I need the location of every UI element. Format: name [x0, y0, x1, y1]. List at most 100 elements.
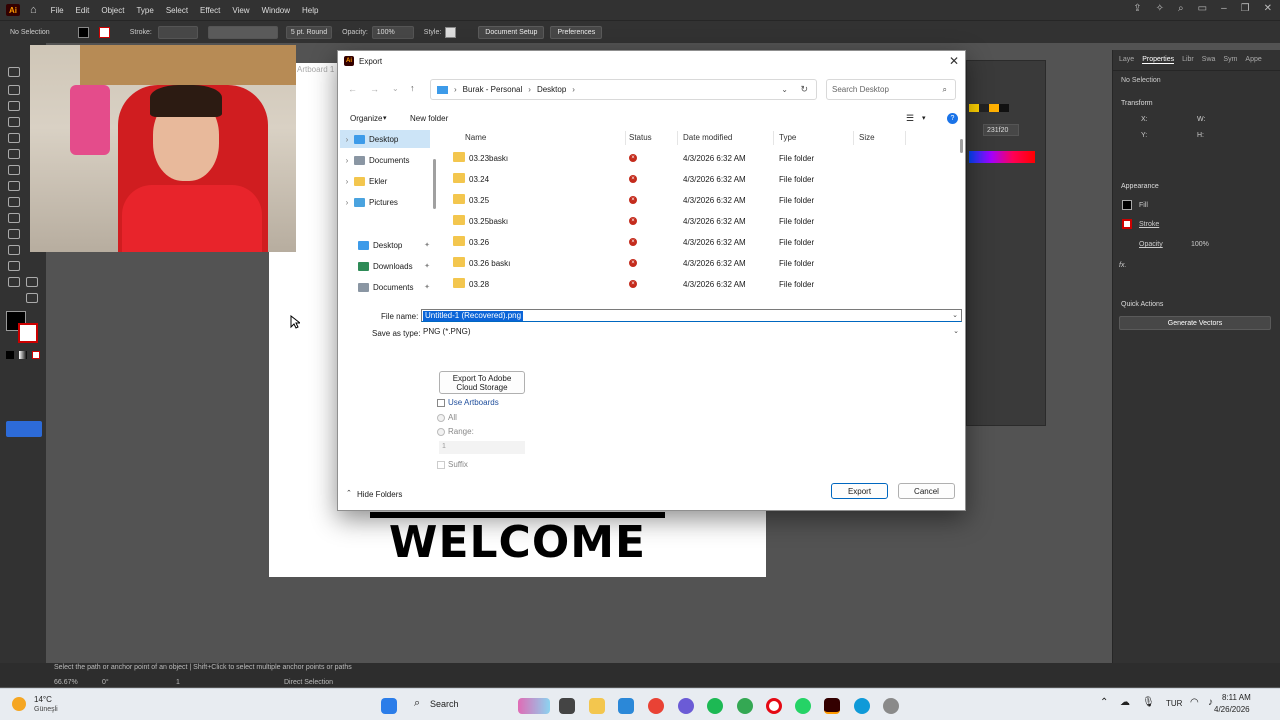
range-input[interactable]: 1: [439, 441, 525, 454]
paintbrush-tool-icon[interactable]: [8, 165, 20, 175]
quick-access-desktop[interactable]: Desktop ✦: [358, 236, 430, 254]
expand-chevron-icon[interactable]: ›: [340, 156, 354, 165]
start-icon[interactable]: [381, 698, 397, 714]
file-row[interactable]: 03.26 baskı × 4/3/2026 6:32 AM File fold…: [441, 253, 951, 273]
pin-icon[interactable]: ✦: [424, 283, 430, 291]
column-date[interactable]: Date modified: [683, 133, 732, 142]
all-radio[interactable]: [437, 414, 445, 422]
shaper-tool-icon[interactable]: [8, 181, 20, 191]
illustrator-taskbar-icon[interactable]: [824, 698, 840, 714]
range-radio[interactable]: [437, 428, 445, 436]
search-highlight-icon[interactable]: [518, 698, 550, 714]
stroke-swatch[interactable]: [98, 26, 110, 38]
eyedropper-tool-icon[interactable]: [8, 277, 20, 287]
volume-icon[interactable]: ♪: [1208, 697, 1213, 708]
hide-folders-chevron-icon[interactable]: ⌃: [346, 489, 352, 497]
refresh-icon[interactable]: ↻: [800, 84, 808, 95]
gradient-mode-icon[interactable]: [19, 351, 27, 359]
bulb-icon[interactable]: ✧: [1156, 3, 1164, 14]
type-tool-icon[interactable]: [8, 117, 20, 127]
task-view-icon[interactable]: [559, 698, 575, 714]
back-icon[interactable]: ←: [348, 84, 357, 94]
tray-chevron-icon[interactable]: ⌃: [1100, 697, 1108, 708]
swatch-strip[interactable]: [969, 104, 1009, 112]
file-row[interactable]: 03.28 × 4/3/2026 6:32 AM File folder: [441, 274, 951, 294]
save-type-dropdown-icon[interactable]: ⌄: [953, 327, 959, 335]
address-dropdown-icon[interactable]: ⌄: [781, 85, 788, 94]
store-icon[interactable]: [618, 698, 634, 714]
menu-object[interactable]: Object: [101, 6, 124, 15]
nav-item-desktop[interactable]: › Desktop: [340, 130, 430, 148]
scale-tool-icon[interactable]: [8, 229, 20, 239]
nav-item-ekler[interactable]: › Ekler: [340, 172, 440, 190]
close-icon[interactable]: ✕: [1264, 3, 1272, 14]
column-status[interactable]: Status: [629, 133, 652, 142]
expand-chevron-icon[interactable]: ›: [340, 135, 354, 144]
welcome-text[interactable]: WELCOME: [370, 512, 665, 572]
fill-icon[interactable]: [1122, 200, 1132, 210]
file-row[interactable]: 03.24 × 4/3/2026 6:32 AM File folder: [441, 169, 951, 189]
column-type[interactable]: Type: [779, 133, 796, 142]
nav-scrollbar[interactable]: [433, 159, 436, 209]
menu-view[interactable]: View: [232, 6, 249, 15]
view-chevron-icon[interactable]: ▾: [922, 114, 926, 122]
pen-tool-icon[interactable]: [8, 85, 20, 95]
settings-icon[interactable]: [883, 698, 899, 714]
opacity-field[interactable]: 100%: [371, 25, 414, 39]
save-type-select[interactable]: PNG (*.PNG) ⌄: [421, 326, 962, 339]
stroke-icon[interactable]: [1122, 219, 1132, 229]
file-row[interactable]: 03.23baskı × 4/3/2026 6:32 AM File folde…: [441, 148, 951, 168]
stroke-label[interactable]: Stroke: [1139, 221, 1159, 228]
weather-desc[interactable]: Güneşli: [34, 706, 58, 713]
file-name-value[interactable]: Untitled-1 (Recovered).png: [423, 311, 524, 321]
document-setup-button[interactable]: Document Setup: [478, 25, 545, 39]
use-artboards-checkbox[interactable]: [437, 399, 445, 407]
chrome-icon[interactable]: [648, 698, 664, 714]
stroke-color-box[interactable]: [18, 323, 38, 343]
menu-help[interactable]: Help: [302, 6, 318, 15]
selection-tool-icon[interactable]: [8, 67, 20, 77]
zoom-level[interactable]: 66.67%: [54, 679, 78, 686]
opacity-value[interactable]: 100%: [1191, 241, 1209, 248]
tab-properties[interactable]: Properties: [1142, 56, 1175, 64]
home-icon[interactable]: ⌂: [30, 4, 37, 16]
variable-width-profile[interactable]: [207, 25, 278, 39]
export-cloud-button[interactable]: Export To Adobe Cloud Storage: [439, 371, 525, 394]
minimize-icon[interactable]: –: [1221, 3, 1227, 14]
quick-access-downloads[interactable]: Downloads ✦: [358, 257, 430, 275]
language-indicator[interactable]: TUR: [1166, 699, 1182, 708]
none-mode-icon[interactable]: [32, 351, 40, 359]
organize-button[interactable]: Organize: [350, 114, 382, 123]
fill-label[interactable]: Fill: [1139, 202, 1148, 209]
search-icon[interactable]: ⌕: [1178, 3, 1184, 14]
color-mode-icon[interactable]: [6, 351, 14, 359]
up-icon[interactable]: ↑: [410, 83, 415, 93]
clock-date[interactable]: 4/26/2026: [1214, 705, 1250, 714]
column-name[interactable]: Name: [465, 133, 486, 142]
menu-file[interactable]: File: [51, 6, 64, 15]
file-explorer-icon[interactable]: [589, 698, 605, 714]
line-tool-icon[interactable]: [8, 133, 20, 143]
expand-chevron-icon[interactable]: ›: [340, 177, 354, 186]
breadcrumb-desktop[interactable]: Desktop: [537, 85, 566, 94]
pin-icon[interactable]: ✦: [424, 241, 430, 249]
wifi-icon[interactable]: ◠: [1190, 697, 1199, 708]
file-name-input[interactable]: Untitled-1 (Recovered).png ⌄: [421, 309, 962, 322]
generative-tool-icon[interactable]: [6, 421, 42, 437]
menu-select[interactable]: Select: [166, 6, 188, 15]
nav-item-documents[interactable]: › Documents: [340, 151, 440, 169]
opera-icon[interactable]: [766, 698, 782, 714]
column-size[interactable]: Size: [859, 133, 875, 142]
spotify-icon[interactable]: [707, 698, 723, 714]
quick-access-documents[interactable]: Documents ✦: [358, 278, 430, 296]
generate-vectors-button[interactable]: Generate Vectors: [1119, 316, 1271, 330]
fx-icon[interactable]: fx.: [1119, 262, 1126, 269]
new-folder-button[interactable]: New folder: [410, 114, 448, 123]
whatsapp-icon[interactable]: [795, 698, 811, 714]
recent-chevron-icon[interactable]: ⌄: [392, 84, 399, 93]
graph-tool-icon[interactable]: [8, 261, 20, 271]
menu-type[interactable]: Type: [136, 6, 153, 15]
graphic-style-swatch[interactable]: [445, 26, 457, 38]
search-icon[interactable]: ⌕: [414, 697, 420, 710]
dialog-close-icon[interactable]: ✕: [949, 54, 959, 68]
